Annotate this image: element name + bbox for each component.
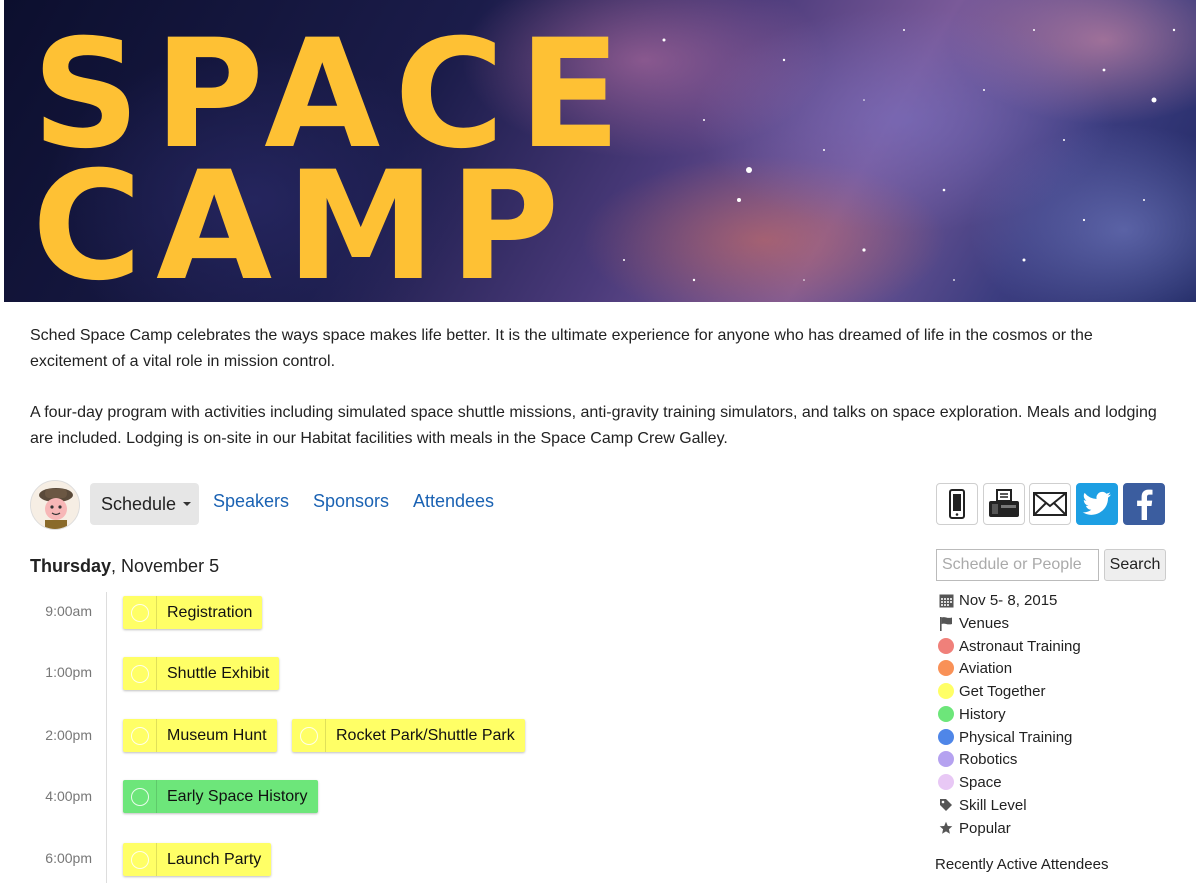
sidebar-venues-label: Venues xyxy=(959,614,1010,632)
star-icon xyxy=(938,820,954,836)
day-heading: Thursday, November 5 xyxy=(30,556,219,577)
logo-line-2: CAMP xyxy=(32,140,574,302)
sidebar-skill-level[interactable]: Skill Level xyxy=(938,795,1027,815)
nav-speakers[interactable]: Speakers xyxy=(213,491,289,512)
email-button[interactable] xyxy=(1029,483,1071,525)
nav-sponsors[interactable]: Sponsors xyxy=(313,491,389,512)
category-color-dot xyxy=(938,683,954,699)
category-color-dot xyxy=(938,729,954,745)
avatar[interactable] xyxy=(30,480,80,530)
category-color-dot xyxy=(938,660,954,676)
facebook-icon xyxy=(1137,489,1153,520)
nav-attendees[interactable]: Attendees xyxy=(413,491,494,512)
circle-icon xyxy=(130,603,149,622)
event-museum-hunt[interactable]: Museum Hunt xyxy=(123,719,277,752)
category-color-dot xyxy=(938,638,954,654)
event-title: Early Space History xyxy=(167,787,308,805)
fax-icon xyxy=(989,489,1019,517)
category-label: Robotics xyxy=(959,750,1018,768)
mobile-button[interactable] xyxy=(936,483,978,525)
event-early-space-history[interactable]: Early Space History xyxy=(123,780,318,813)
event-checkbox[interactable] xyxy=(123,596,157,629)
mobile-icon xyxy=(949,489,965,519)
category-label: Get Together xyxy=(959,682,1046,700)
category-get-together[interactable]: Get Together xyxy=(938,681,1045,701)
time-slot-label: 4:00pm xyxy=(45,788,92,804)
category-physical-training[interactable]: Physical Training xyxy=(938,727,1072,747)
category-label: History xyxy=(959,705,1006,723)
circle-icon xyxy=(130,787,149,806)
sidebar-dates[interactable]: Nov 5- 8, 2015 xyxy=(938,590,1057,610)
nav-schedule-dropdown[interactable]: Schedule xyxy=(90,483,199,525)
avatar-icon xyxy=(31,481,79,529)
event-checkbox[interactable] xyxy=(123,657,157,690)
time-slot-label: 2:00pm xyxy=(45,727,92,743)
category-label: Physical Training xyxy=(959,728,1073,746)
sidebar-dates-label: Nov 5- 8, 2015 xyxy=(959,591,1058,609)
print-button[interactable] xyxy=(983,483,1025,525)
calendar-icon xyxy=(938,592,954,608)
category-aviation[interactable]: Aviation xyxy=(938,658,1012,678)
category-label: Astronaut Training xyxy=(959,637,1081,655)
search-button[interactable]: Search xyxy=(1104,549,1166,581)
circle-icon xyxy=(299,726,318,745)
event-description-1: Sched Space Camp celebrates the ways spa… xyxy=(30,327,1093,370)
category-robotics[interactable]: Robotics xyxy=(938,749,1017,769)
event-shuttle-exhibit[interactable]: Shuttle Exhibit xyxy=(123,657,280,690)
tag-icon xyxy=(938,797,954,813)
event-title: Museum Hunt xyxy=(167,726,267,744)
category-color-dot xyxy=(938,706,954,722)
sidebar-popular-label: Popular xyxy=(959,819,1011,837)
time-slot-label: 9:00am xyxy=(45,603,92,619)
facebook-button[interactable] xyxy=(1123,483,1165,525)
caret-down-icon xyxy=(183,502,192,506)
day-date: , November 5 xyxy=(111,556,220,576)
category-space[interactable]: Space xyxy=(938,772,1002,792)
timeline-divider xyxy=(106,592,107,883)
event-title: Rocket Park/Shuttle Park xyxy=(336,726,515,744)
event-checkbox[interactable] xyxy=(123,719,157,752)
event-title: Launch Party xyxy=(167,850,262,868)
twitter-button[interactable] xyxy=(1076,483,1118,525)
time-slot-label: 1:00pm xyxy=(45,664,92,680)
event-title: Shuttle Exhibit xyxy=(167,664,270,682)
sidebar-popular[interactable]: Popular xyxy=(938,818,1011,838)
mail-icon xyxy=(1033,492,1067,516)
nav-schedule-label: Schedule xyxy=(101,493,177,514)
event-launch-party[interactable]: Launch Party xyxy=(123,843,272,876)
day-name: Thursday xyxy=(30,556,112,576)
category-history[interactable]: History xyxy=(938,704,1006,724)
header-banner: SPACE CAMP xyxy=(4,0,1196,302)
event-checkbox[interactable] xyxy=(123,780,157,813)
search-input[interactable] xyxy=(936,549,1099,581)
event-checkbox[interactable] xyxy=(292,719,326,752)
event-rocket-park[interactable]: Rocket Park/Shuttle Park xyxy=(292,719,525,752)
recently-active-heading: Recently Active Attendees xyxy=(935,856,1109,873)
circle-icon xyxy=(130,664,149,683)
event-checkbox[interactable] xyxy=(123,843,157,876)
category-label: Aviation xyxy=(959,659,1013,677)
flag-icon xyxy=(938,615,954,631)
sidebar-venues[interactable]: Venues xyxy=(938,613,1009,633)
category-color-dot xyxy=(938,751,954,767)
event-description-2: A four-day program with activities inclu… xyxy=(30,404,1157,447)
twitter-icon xyxy=(1082,491,1111,515)
circle-icon xyxy=(130,726,149,745)
sidebar-skill-level-label: Skill Level xyxy=(959,796,1027,814)
category-astronaut-training[interactable]: Astronaut Training xyxy=(938,636,1081,656)
time-slot-label: 6:00pm xyxy=(45,850,92,866)
event-registration[interactable]: Registration xyxy=(123,596,263,629)
circle-icon xyxy=(130,850,149,869)
category-color-dot xyxy=(938,774,954,790)
event-title: Registration xyxy=(167,603,253,621)
category-label: Space xyxy=(959,773,1002,791)
